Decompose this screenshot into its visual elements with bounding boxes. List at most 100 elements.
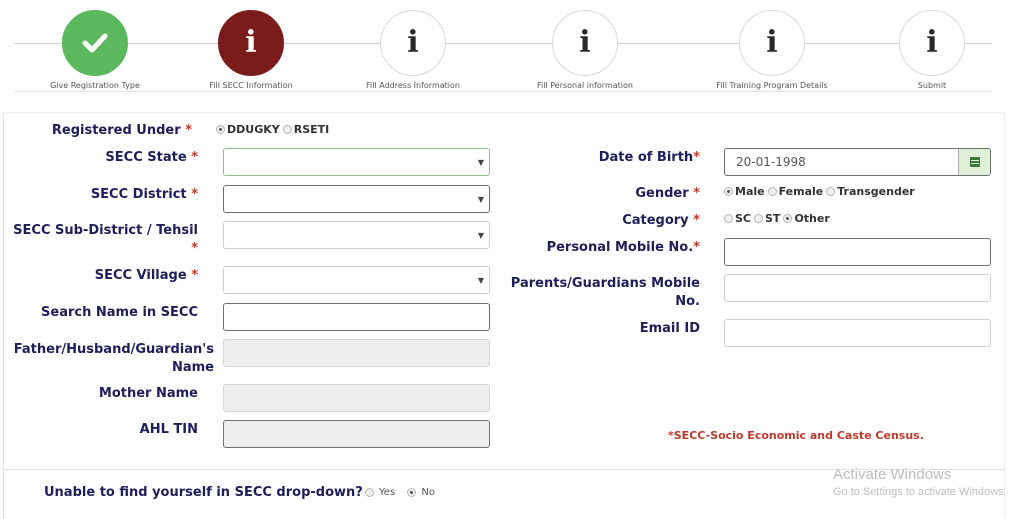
secc-village-select[interactable]: ▼ [223, 266, 490, 294]
radio-label: Male [735, 185, 765, 198]
step-label: Give Registration Type [50, 81, 140, 90]
label-text: Parents/Guardians Mobile [510, 276, 700, 291]
personal-mobile-input[interactable] [724, 238, 991, 266]
radio-other[interactable]: Other [783, 212, 830, 225]
secc-district-label: SECC District * [20, 186, 198, 204]
wizard-step-secc-information[interactable]: i Fill SECC Information [171, 10, 331, 90]
unable-to-find-label: Unable to find yourself in SECC drop-dow… [44, 485, 363, 500]
radio-female[interactable]: Female [767, 185, 823, 198]
wizard-step-address-information[interactable]: i Fill Address Information [333, 10, 493, 90]
radio-no[interactable]: No [407, 487, 435, 498]
secc-state-select[interactable]: ▼ [223, 148, 490, 176]
search-name-label: Search Name in SECC [41, 305, 198, 320]
mother-name-label: Mother Name [98, 386, 198, 401]
secc-subdistrict-label: SECC Sub-District / Tehsil * [10, 222, 198, 258]
required-mark: * [191, 241, 198, 256]
mother-name-input[interactable] [223, 384, 490, 412]
personal-mobile-label: Personal Mobile No.* [520, 239, 700, 257]
chevron-down-icon: ▼ [477, 158, 484, 167]
label-text: SECC Village [94, 268, 187, 283]
radio-label: Yes [379, 487, 396, 498]
info-icon: i [766, 25, 778, 60]
radio-male[interactable]: Male [724, 185, 765, 198]
step-label: Fill SECC Information [209, 81, 293, 90]
watermark-subtitle: Go to Settings to activate Windows. [833, 486, 1007, 498]
search-name-input[interactable] [223, 303, 490, 331]
radio-button[interactable] [754, 214, 763, 223]
calendar-button[interactable] [958, 149, 990, 175]
step-label: Fill Training Program Details [716, 81, 828, 90]
radio-rseti[interactable]: RSETI [282, 123, 330, 136]
label-text: Date of Birth [598, 150, 694, 165]
radio-button[interactable] [767, 187, 777, 196]
info-icon: i [407, 25, 419, 60]
radio-button[interactable] [216, 125, 225, 134]
dob-input[interactable]: 20-01-1998 [724, 148, 991, 176]
radio-label: No [421, 487, 435, 498]
secc-subdistrict-select[interactable]: ▼ [223, 221, 490, 249]
category-label: Category * [540, 212, 700, 230]
radio-st[interactable]: ST [754, 212, 780, 225]
radio-label: DDUGKY [227, 123, 280, 136]
father-name-input[interactable] [223, 339, 490, 367]
info-icon: i [926, 25, 938, 60]
label-text: Name [171, 360, 214, 375]
step-label: Submit [917, 81, 947, 90]
parents-mobile-input[interactable] [724, 274, 991, 302]
check-icon [82, 33, 108, 53]
required-mark: * [693, 186, 700, 201]
wizard-step-personal-information[interactable]: i Fill Personal information [505, 10, 665, 90]
registration-wizard: Give Registration Type i Fill SECC Infor… [0, 0, 1024, 96]
required-mark: * [693, 213, 700, 228]
radio-yes[interactable]: Yes [364, 487, 396, 498]
radio-ddugky[interactable]: DDUGKY [216, 123, 280, 136]
watermark-title: Activate Windows [833, 466, 952, 483]
chevron-down-icon: ▼ [477, 195, 484, 204]
gender-label: Gender * [540, 185, 700, 203]
wizard-step-submit[interactable]: i Submit [852, 10, 1012, 90]
wizard-divider [14, 91, 992, 92]
parents-mobile-label: Parents/Guardians Mobile No. [510, 275, 700, 311]
required-mark: * [693, 150, 700, 165]
step-circle: i [552, 10, 618, 76]
required-mark: * [693, 240, 700, 255]
chevron-down-icon: ▼ [477, 276, 484, 285]
ahl-tin-label: AHL TIN [139, 422, 198, 437]
radio-button[interactable] [783, 214, 793, 223]
dob-value: 20-01-1998 [736, 155, 806, 169]
radio-label: RSETI [293, 123, 330, 136]
step-label: Fill Personal information [537, 81, 633, 90]
label-text: Personal Mobile No. [546, 240, 694, 255]
radio-button[interactable] [724, 214, 733, 223]
father-name-label: Father/Husband/Guardian's Name [6, 341, 214, 377]
secc-state-label: SECC State * [20, 149, 198, 167]
secc-footnote: *SECC-Socio Economic and Caste Census. [668, 429, 924, 442]
label-text: No. [675, 294, 700, 309]
step-circle: i [218, 10, 284, 76]
secc-village-label: SECC Village * [20, 267, 198, 285]
radio-button[interactable] [407, 488, 417, 497]
radio-label: SC [735, 212, 751, 225]
radio-label: ST [765, 212, 781, 225]
radio-label: Transgender [837, 185, 915, 198]
email-input[interactable] [724, 319, 991, 347]
dob-label: Date of Birth* [540, 149, 700, 167]
radio-sc[interactable]: SC [724, 212, 751, 225]
ahl-tin-input[interactable] [223, 420, 490, 448]
radio-transgender[interactable]: Transgender [826, 185, 915, 198]
radio-label: Other [794, 212, 830, 225]
step-circle: i [899, 10, 965, 76]
radio-button[interactable] [282, 125, 292, 134]
wizard-step-training-program[interactable]: i Fill Training Program Details [692, 10, 852, 90]
radio-button[interactable] [826, 187, 836, 196]
info-icon: i [579, 25, 591, 60]
label-text: Gender [635, 186, 689, 201]
secc-district-select[interactable]: ▼ [223, 185, 490, 213]
step-circle [62, 10, 128, 76]
wizard-step-registration-type[interactable]: Give Registration Type [15, 10, 175, 90]
label-text: Registered Under [51, 123, 181, 138]
radio-button[interactable] [724, 187, 733, 196]
label-text: Category [622, 213, 689, 228]
radio-button[interactable] [364, 488, 374, 497]
unable-to-find-radio-group: Yes No [364, 487, 447, 498]
